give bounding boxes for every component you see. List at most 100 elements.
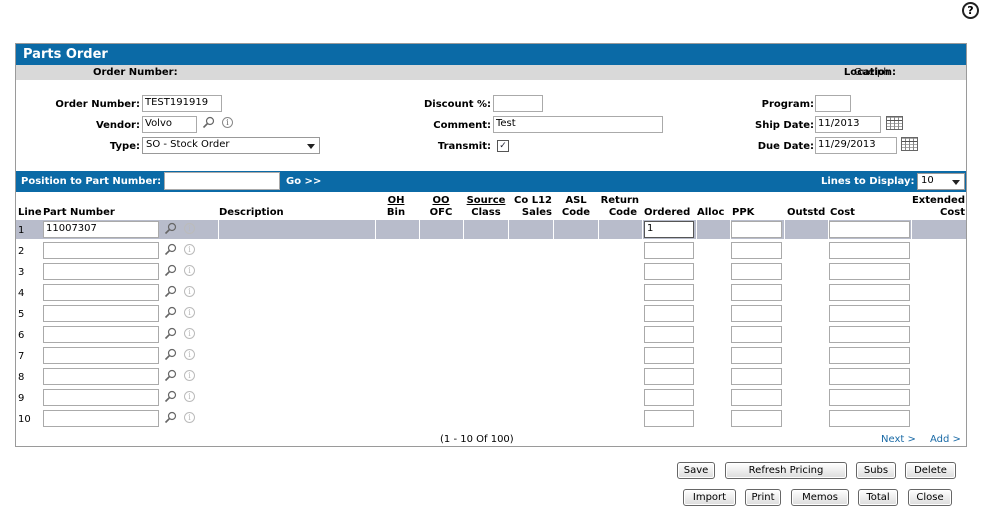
cost-input[interactable]: [829, 284, 910, 301]
ppk-input[interactable]: [731, 221, 782, 238]
part-number-input[interactable]: [43, 263, 159, 280]
subs-button[interactable]: Subs: [856, 462, 896, 479]
add-link[interactable]: Add >: [930, 434, 961, 445]
program-input[interactable]: [815, 95, 851, 112]
vendor-info-icon[interactable]: i: [222, 117, 233, 128]
part-search-icon[interactable]: [164, 369, 177, 382]
ordered-input[interactable]: [644, 347, 694, 364]
part-info-icon[interactable]: i: [184, 349, 195, 360]
discount-input[interactable]: [493, 95, 543, 112]
ppk-input[interactable]: [731, 284, 782, 301]
cost-input[interactable]: [829, 305, 910, 322]
part-number-input[interactable]: 11007307: [43, 221, 159, 238]
part-info-icon[interactable]: i: [184, 265, 195, 276]
part-search-icon[interactable]: [164, 327, 177, 340]
next-link[interactable]: Next >: [881, 434, 916, 445]
cost-input[interactable]: [829, 263, 910, 280]
due-date-input[interactable]: 11/29/2013: [815, 137, 897, 154]
part-search-icon[interactable]: [164, 306, 177, 319]
cost-input[interactable]: [829, 368, 910, 385]
part-info-icon[interactable]: i: [184, 391, 195, 402]
part-search-icon[interactable]: [164, 243, 177, 256]
ship-date-input[interactable]: 11/2013: [815, 116, 881, 133]
part-search-icon[interactable]: [164, 411, 177, 424]
col-oo[interactable]: OO: [426, 195, 456, 206]
comment-label: Comment:: [433, 120, 491, 131]
ordered-input[interactable]: [644, 284, 694, 301]
transmit-checkbox[interactable]: ✓: [497, 140, 509, 152]
col-source[interactable]: Source: [465, 195, 507, 206]
ppk-input[interactable]: [731, 368, 782, 385]
memos-button[interactable]: Memos: [791, 489, 849, 506]
ordered-input[interactable]: 1: [644, 221, 694, 238]
col-return-code: Code: [608, 207, 637, 218]
part-info-icon[interactable]: i: [184, 286, 195, 297]
ppk-input[interactable]: [731, 347, 782, 364]
import-button[interactable]: Import: [683, 489, 736, 506]
ordered-input[interactable]: [644, 368, 694, 385]
line-number: 8: [18, 372, 25, 383]
ppk-input[interactable]: [731, 410, 782, 427]
part-search-icon[interactable]: [164, 390, 177, 403]
part-search-icon[interactable]: [164, 222, 177, 235]
part-number-input[interactable]: [43, 389, 159, 406]
type-select[interactable]: SO - Stock Order: [142, 137, 320, 154]
position-part-number-input[interactable]: [164, 172, 280, 190]
part-number-input[interactable]: [43, 284, 159, 301]
cost-input[interactable]: [829, 389, 910, 406]
due-date-calendar-icon[interactable]: [901, 137, 918, 151]
part-number-input[interactable]: [43, 347, 159, 364]
vendor-input[interactable]: Volvo: [142, 116, 197, 133]
part-info-icon[interactable]: i: [184, 307, 195, 318]
part-search-icon[interactable]: [164, 348, 177, 361]
vendor-search-icon[interactable]: [202, 116, 215, 129]
col-line: Line: [18, 207, 42, 218]
ordered-input[interactable]: [644, 389, 694, 406]
ordered-input[interactable]: [644, 242, 694, 259]
print-button[interactable]: Print: [745, 489, 781, 506]
ppk-input[interactable]: [731, 326, 782, 343]
ship-date-calendar-icon[interactable]: [886, 116, 903, 130]
help-icon[interactable]: ?: [962, 2, 979, 19]
ordered-input[interactable]: [644, 326, 694, 343]
chevron-down-icon: [952, 180, 960, 185]
ordered-input[interactable]: [644, 263, 694, 280]
part-number-input[interactable]: [43, 410, 159, 427]
part-info-icon[interactable]: i: [184, 244, 195, 255]
order-number-input[interactable]: TEST191919: [142, 95, 222, 112]
part-search-icon[interactable]: [164, 285, 177, 298]
part-number-input[interactable]: [43, 368, 159, 385]
ordered-input[interactable]: [644, 410, 694, 427]
col-part-number: Part Number: [43, 207, 115, 218]
discount-label: Discount %:: [424, 99, 491, 110]
part-number-input[interactable]: [43, 326, 159, 343]
lines-to-display-select[interactable]: 10: [917, 173, 965, 190]
part-info-icon[interactable]: i: [184, 328, 195, 339]
part-info-icon[interactable]: i: [184, 412, 195, 423]
cost-input[interactable]: [829, 347, 910, 364]
cost-input[interactable]: [829, 221, 910, 238]
part-number-input[interactable]: [43, 305, 159, 322]
part-search-icon[interactable]: [164, 264, 177, 277]
go-link[interactable]: Go >>: [286, 176, 321, 187]
part-number-input[interactable]: [43, 242, 159, 259]
delete-button[interactable]: Delete: [905, 462, 956, 479]
ppk-input[interactable]: [731, 263, 782, 280]
save-button[interactable]: Save: [677, 462, 715, 479]
cost-input[interactable]: [829, 326, 910, 343]
refresh-pricing-button[interactable]: Refresh Pricing: [725, 462, 847, 479]
part-info-icon[interactable]: i: [184, 223, 195, 234]
comment-input[interactable]: Test: [493, 116, 663, 133]
part-info-icon[interactable]: i: [184, 370, 195, 381]
col-oh[interactable]: OH: [381, 195, 411, 206]
cost-input[interactable]: [829, 410, 910, 427]
ppk-input[interactable]: [731, 389, 782, 406]
ordered-input[interactable]: [644, 305, 694, 322]
cost-input[interactable]: [829, 242, 910, 259]
col-cost: Cost: [830, 207, 855, 218]
ppk-input[interactable]: [731, 242, 782, 259]
due-date-label: Due Date:: [757, 141, 814, 152]
total-button[interactable]: Total: [858, 489, 898, 506]
ppk-input[interactable]: [731, 305, 782, 322]
close-button[interactable]: Close: [908, 489, 952, 506]
